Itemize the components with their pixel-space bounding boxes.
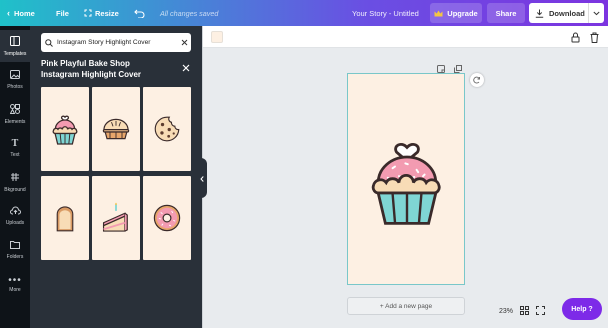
search-input[interactable]: Instagram Story Highlight Cover [57, 39, 177, 46]
cake-slice-icon [102, 202, 128, 232]
sidebar-item-more[interactable]: ••• More [0, 269, 30, 301]
undo-icon [134, 9, 145, 18]
template-set-title: Pink Playful Bake Shop Instagram Highlig… [41, 58, 181, 80]
top-bar: ‹ Home File Resize All changes saved You… [0, 0, 608, 26]
resize-icon [84, 9, 92, 17]
chevron-down-icon [593, 11, 600, 16]
download-icon [535, 9, 544, 18]
elements-icon [9, 103, 20, 116]
templates-icon [10, 35, 20, 48]
template-search-box[interactable]: Instagram Story Highlight Cover [41, 33, 191, 52]
text-icon: T [11, 138, 19, 149]
sidebar-item-photos[interactable]: Photos [0, 64, 30, 96]
sidebar-item-label: More [9, 286, 21, 293]
donut-icon [153, 204, 181, 232]
side-rail: Templates Photos Elements T Text Bkgroun… [0, 26, 30, 328]
template-thumb-donut[interactable] [143, 176, 191, 260]
download-button[interactable]: Download [529, 3, 604, 23]
undo-button[interactable] [134, 0, 145, 26]
trash-icon[interactable] [590, 30, 599, 48]
home-button[interactable]: ‹ Home [7, 0, 35, 26]
template-thumb-toast[interactable] [41, 176, 89, 260]
templates-panel: Instagram Story Highlight Cover Pink Pla… [30, 26, 202, 328]
close-icon[interactable] [182, 59, 190, 77]
sidebar-item-elements[interactable]: Elements [0, 98, 30, 130]
sidebar-item-uploads[interactable]: Uploads [0, 200, 30, 232]
sidebar-item-label: Bkground [4, 186, 26, 193]
zoom-controls: 23% [499, 303, 546, 319]
upgrade-label: Upgrade [447, 8, 478, 18]
sidebar-item-label: Text [10, 152, 20, 158]
download-main[interactable]: Download [529, 3, 589, 23]
file-label: File [56, 8, 69, 18]
template-thumb-cupcake[interactable] [41, 87, 89, 171]
photos-icon [10, 70, 20, 81]
share-label: Share [495, 8, 517, 18]
search-icon [41, 38, 57, 47]
template-thumb-pie[interactable] [92, 87, 140, 171]
zoom-level[interactable]: 23% [499, 308, 513, 315]
resize-label: Resize [95, 8, 119, 18]
sidebar-item-background[interactable]: Bkground [0, 166, 30, 198]
upgrade-button[interactable]: Upgrade [430, 3, 482, 23]
crown-icon [434, 10, 443, 17]
sidebar-item-label: Photos [7, 84, 23, 90]
pie-icon [102, 118, 130, 140]
grid-view-icon[interactable] [520, 305, 530, 317]
chevron-left-icon: ‹ [7, 8, 10, 18]
design-canvas[interactable] [347, 73, 465, 285]
save-status: All changes saved [160, 8, 219, 18]
template-title-line1: Pink Playful Bake Shop [41, 59, 130, 68]
background-color-swatch[interactable] [211, 31, 223, 43]
refresh-icon[interactable] [470, 73, 484, 87]
folders-icon [10, 240, 20, 251]
lock-icon[interactable] [571, 30, 580, 48]
sidebar-item-folders[interactable]: Folders [0, 234, 30, 266]
template-thumb-cake-slice[interactable] [92, 176, 140, 260]
clear-search-icon[interactable] [177, 39, 191, 46]
download-options-button[interactable] [589, 11, 604, 16]
chevron-left-icon [200, 169, 204, 187]
help-button[interactable]: Help ? [562, 298, 602, 320]
file-menu-button[interactable]: File [56, 0, 69, 26]
cupcake-illustration[interactable] [367, 136, 447, 226]
resize-button[interactable]: Resize [84, 0, 119, 26]
fullscreen-icon[interactable] [536, 305, 546, 317]
collapse-panel-button[interactable] [197, 158, 207, 198]
more-icon: ••• [8, 274, 22, 286]
share-button[interactable]: Share [487, 3, 525, 23]
uploads-icon [9, 206, 21, 217]
help-label: Help ? [571, 305, 593, 313]
template-thumb-cookie[interactable] [143, 87, 191, 171]
cupcake-icon [52, 115, 78, 145]
editor-toolbar [203, 26, 608, 48]
download-label: Download [549, 8, 585, 18]
sidebar-item-label: Elements [4, 118, 26, 125]
sidebar-item-templates[interactable]: Templates [0, 30, 30, 62]
sidebar-item-label: Folders [6, 253, 24, 260]
sidebar-item-label: Templates [3, 50, 27, 57]
add-page-button[interactable]: + Add a new page [347, 297, 465, 315]
document-title[interactable]: Your Story - Untitled [352, 0, 419, 26]
background-icon [10, 172, 20, 184]
template-title-line2: Instagram Highlight Cover [41, 70, 142, 79]
cookie-icon [154, 116, 180, 142]
toast-icon [56, 206, 74, 232]
sidebar-item-text[interactable]: T Text [0, 132, 30, 164]
home-label: Home [14, 8, 35, 18]
sidebar-item-label: Uploads [5, 220, 25, 226]
